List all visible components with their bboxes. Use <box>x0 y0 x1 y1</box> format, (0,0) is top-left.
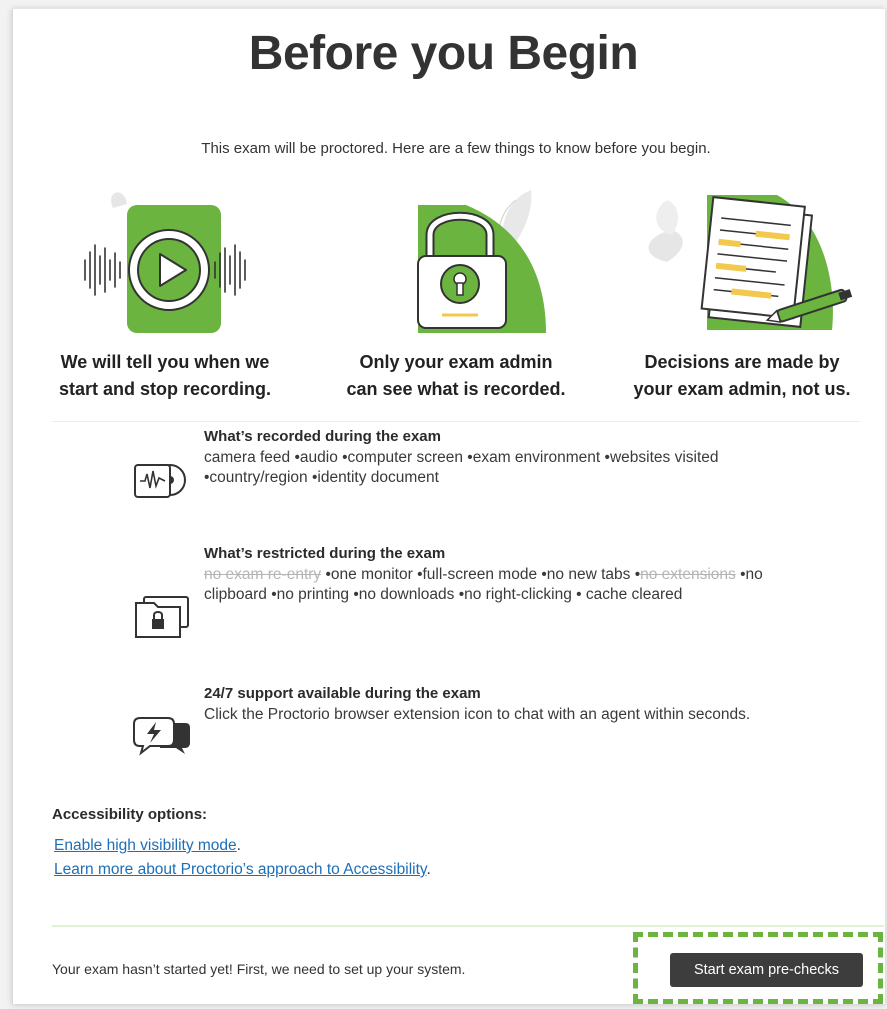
document-pen-icon <box>648 195 853 330</box>
struck-item: no exam re-entry <box>204 566 322 583</box>
feature-recording: We will tell you when we start and stop r… <box>20 190 310 403</box>
struck-item: no extensions <box>640 566 736 583</box>
feature-caption: Decisions are made by your exam admin, no… <box>633 352 851 399</box>
locked-folder-icon <box>135 596 189 638</box>
divider <box>52 421 860 422</box>
footer-divider <box>52 925 884 927</box>
chat-bubbles-icon <box>133 717 190 756</box>
page-title: Before you Begin <box>248 27 639 80</box>
feature-caption: We will tell you when we start and stop r… <box>58 352 272 399</box>
high-visibility-link[interactable]: Enable high visibility mode <box>54 837 237 854</box>
info-heading: 24/7 support available during the exam <box>204 685 481 702</box>
info-body: Click the Proctorio browser extension ic… <box>204 706 751 723</box>
info-heading: What’s recorded during the exam <box>204 428 441 445</box>
recording-disc-icon <box>134 464 186 498</box>
accessibility-heading: Accessibility options: <box>52 806 208 823</box>
info-heading: What’s restricted during the exam <box>204 545 446 562</box>
intro-text: This exam will be proctored. Here are a … <box>201 140 711 157</box>
feature-decisions: Decisions are made by your exam admin, no… <box>597 190 887 403</box>
padlock-icon <box>417 190 546 333</box>
feature-privacy: Only your exam admin can see what is reco… <box>311 190 601 403</box>
accessibility-link-row: Enable high visibility mode. <box>54 837 241 854</box>
play-recording-icon <box>84 192 246 333</box>
info-body: no exam re-entry •one monitor •full-scre… <box>204 566 763 603</box>
feature-caption: Only your exam admin can see what is reco… <box>346 352 566 399</box>
accessibility-approach-link[interactable]: Learn more about Proctorio’s approach to… <box>54 861 426 878</box>
info-body: camera feed •audio •computer screen •exa… <box>204 449 719 486</box>
footer-message: Your exam hasn’t started yet! First, we … <box>52 961 466 977</box>
accessibility-link-row: Learn more about Proctorio’s approach to… <box>54 861 431 878</box>
start-prechecks-button[interactable]: Start exam pre-checks <box>670 953 863 987</box>
